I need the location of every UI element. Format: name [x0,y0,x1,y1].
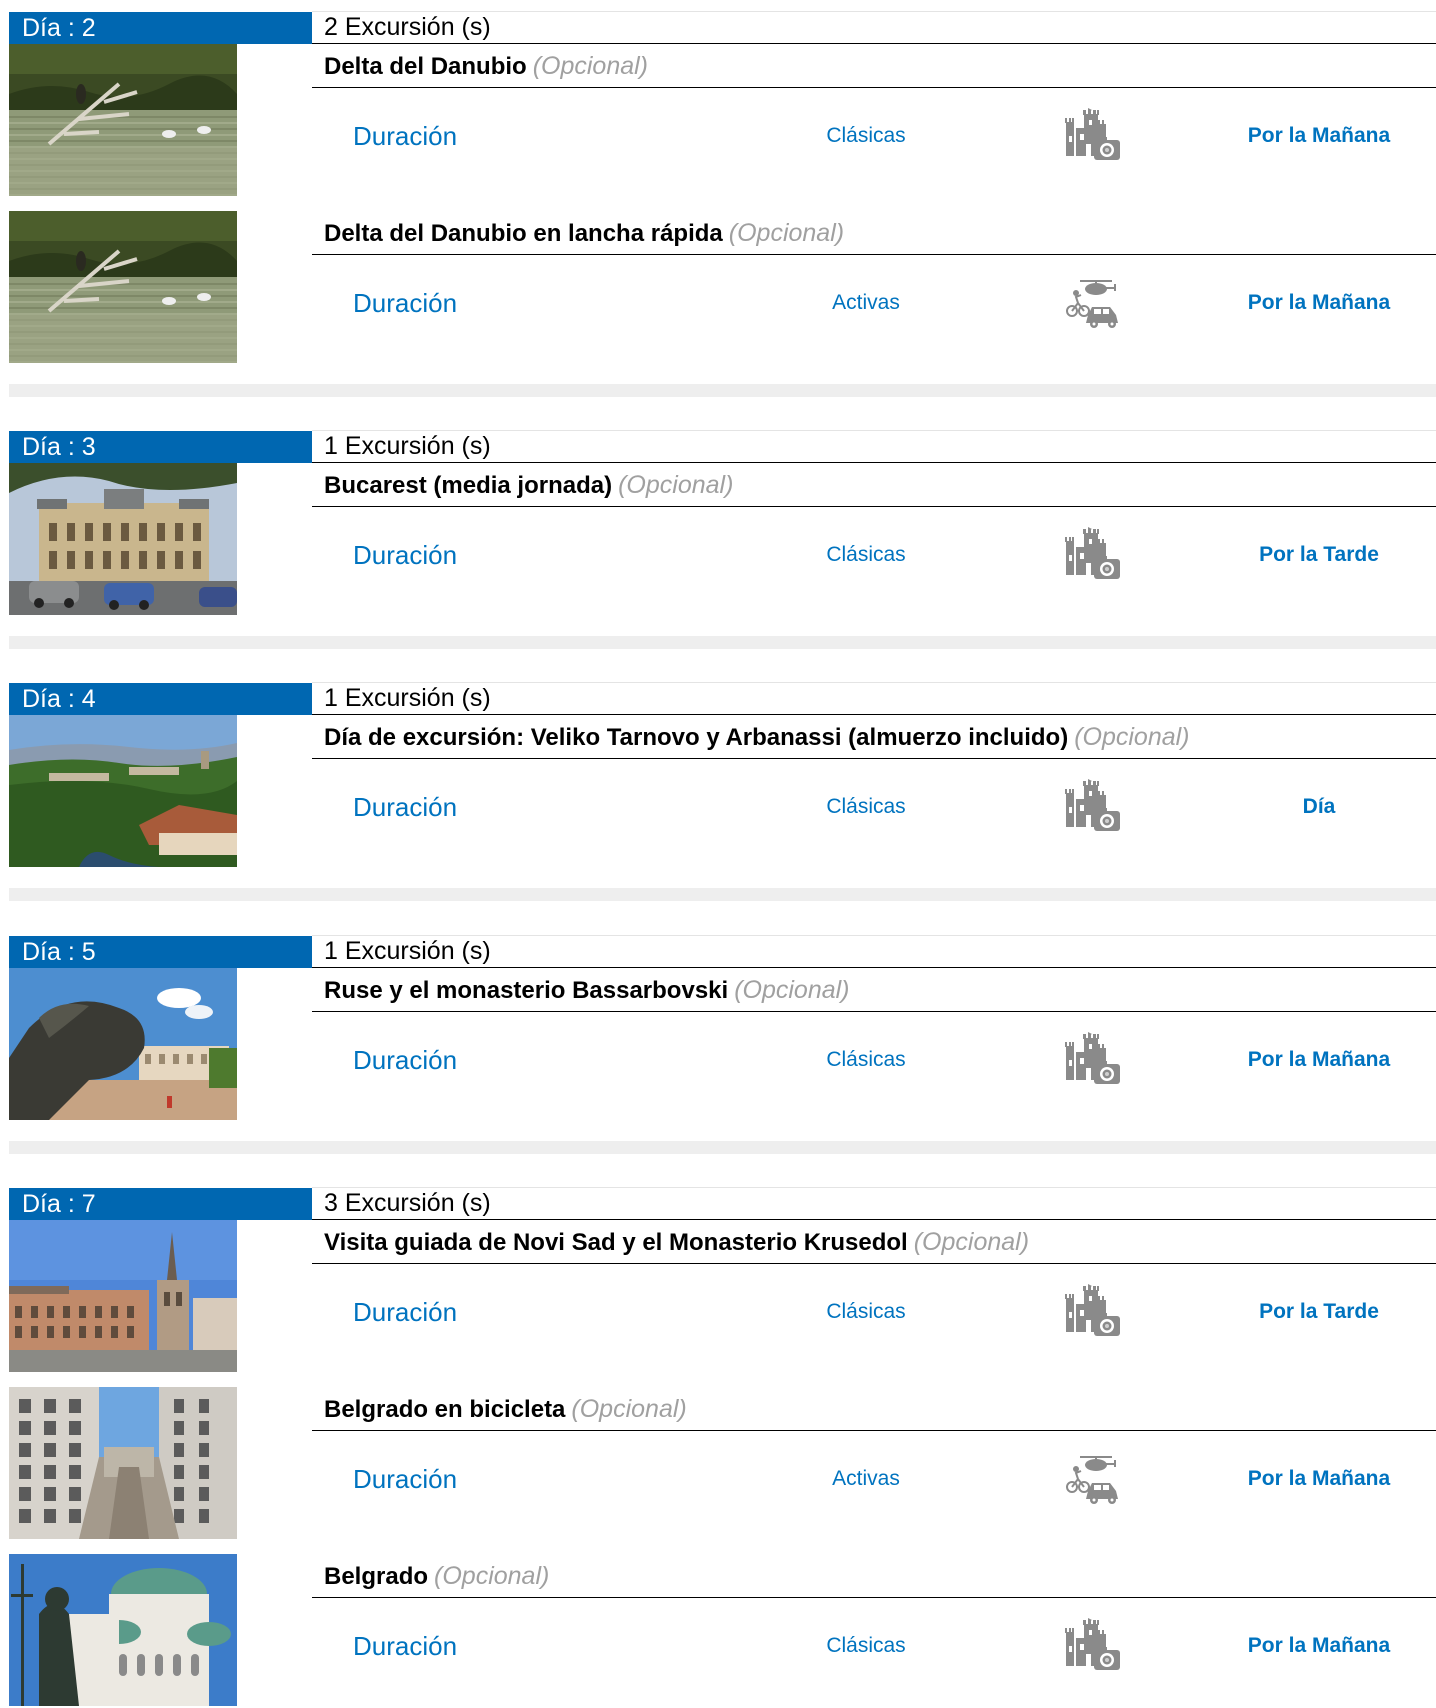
day-separator [9,636,1436,649]
time-text: Por la Mañana [1247,291,1391,314]
duration-link[interactable]: Duración [353,1464,457,1495]
excursion-item: Delta del Danubio en lancha rápida (Opcio… [0,211,1436,365]
duration-link[interactable]: Duración [353,1631,457,1662]
excursion-photo[interactable] [9,968,237,1120]
excursion-title: Belgrado (Opcional) [312,1554,1436,1598]
excursion-title: Delta del Danubio en lancha rápida (Opcio… [312,211,1436,255]
duration-link[interactable]: Duración [353,288,457,319]
duration-link[interactable]: Duración [353,1045,457,1076]
duration-link[interactable]: Duración [353,121,457,152]
time-text: Por la Mañana [1247,124,1391,147]
excursion-item: Ruse y el monasterio Bassarbovski (Opcion… [0,968,1436,1122]
duration-link[interactable]: Duración [353,1297,457,1328]
excursion-name-link[interactable]: Belgrado [324,1563,428,1590]
day-label: Día : 4 [9,683,312,715]
time-text: Por la Mañana [1247,1048,1391,1071]
duration-link[interactable]: Duración [353,540,457,571]
excursion-item: Belgrado (Opcional) Duración Clásicas Por l… [0,1554,1436,1708]
excursion-name-link[interactable]: Visita guiada de Novi Sad y el Monasteri… [324,1229,908,1256]
optional-label: (Opcional) [728,219,845,247]
day-separator [9,384,1436,397]
day-label: Día : 2 [9,12,312,44]
time-text: Por la Tarde [1259,543,1379,566]
castle-camera-icon [1062,108,1122,164]
time-text: Día [1302,795,1336,818]
optional-label: (Opcional) [571,1395,687,1423]
excursion-item: Día de excursión: Veliko Tarnovo y Arban… [0,715,1436,869]
day-label: Día : 5 [9,936,312,968]
castle-camera-icon [1062,1284,1122,1340]
castle-camera-icon [1062,527,1122,583]
excursion-name-link[interactable]: Bucarest (media jornada) [324,472,612,499]
excursion-title: Día de excursión: Veliko Tarnovo y Arban… [312,715,1436,759]
castle-camera-icon [1062,779,1122,835]
excursion-photo[interactable] [9,1554,237,1706]
castle-camera-icon [1062,1032,1122,1088]
category-text: Clásicas [826,124,906,147]
excursion-item: Bucarest (media jornada) (Opcional) Duraci… [0,463,1436,617]
category-text: Clásicas [826,1634,906,1657]
excursion-title: Ruse y el monasterio Bassarbovski (Opcion… [312,968,1436,1012]
excursion-name-link[interactable]: Ruse y el monasterio Bassarbovski [324,977,728,1004]
excursion-name-link[interactable]: Día de excursión: Veliko Tarnovo y Arban… [324,724,1068,751]
excursion-count: 1 Excursión (s) [312,682,1436,715]
excursion-photo[interactable] [9,463,237,615]
excursion-photo[interactable] [9,1220,237,1372]
castle-camera-icon [1062,1618,1122,1674]
day-separator [9,1141,1436,1154]
day-label: Día : 7 [9,1188,312,1220]
duration-link[interactable]: Duración [353,792,457,823]
excursion-name-link[interactable]: Delta del Danubio [324,53,527,80]
category-text: Activas [832,291,900,314]
excursion-photo[interactable] [9,211,237,363]
category-text: Clásicas [826,543,906,566]
optional-label: (Opcional) [913,1228,1030,1256]
excursion-title: Visita guiada de Novi Sad y el Monasteri… [312,1220,1436,1264]
excursion-count: 1 Excursión (s) [312,935,1436,968]
excursion-name-link[interactable]: Belgrado en bicicleta [324,1396,565,1423]
adventure-vehicles-icon [1062,275,1122,331]
category-text: Clásicas [826,795,906,818]
adventure-vehicles-icon [1062,1451,1122,1507]
day-label: Día : 3 [9,431,312,463]
excursion-item: Belgrado en bicicleta (Opcional) Duración A… [0,1387,1436,1541]
day-separator [9,888,1436,901]
time-text: Por la Mañana [1247,1634,1391,1657]
excursion-count: 1 Excursión (s) [312,430,1436,463]
optional-label: (Opcional) [734,976,850,1004]
time-text: Por la Tarde [1259,1300,1379,1323]
excursion-photo[interactable] [9,44,237,196]
excursion-title: Delta del Danubio (Opcional) [312,44,1436,88]
excursion-photo[interactable] [9,715,237,867]
excursion-count: 2 Excursión (s) [312,11,1436,44]
excursion-photo[interactable] [9,1387,237,1539]
category-text: Activas [832,1467,900,1490]
excursion-count: 3 Excursión (s) [312,1187,1436,1220]
optional-label: (Opcional) [1074,723,1190,751]
excursion-item: Visita guiada de Novi Sad y el Monasteri… [0,1220,1436,1374]
category-text: Clásicas [826,1300,906,1323]
excursion-title: Bucarest (media jornada) (Opcional) [312,463,1436,507]
time-text: Por la Mañana [1247,1467,1391,1490]
optional-label: (Opcional) [434,1562,550,1590]
optional-label: (Opcional) [532,52,649,80]
excursion-title: Belgrado en bicicleta (Opcional) [312,1387,1436,1431]
category-text: Clásicas [826,1048,906,1071]
excursion-name-link[interactable]: Delta del Danubio en lancha rápida [324,220,723,247]
excursion-item: Delta del Danubio (Opcional) Duración Clási… [0,44,1436,198]
optional-label: (Opcional) [618,471,734,499]
